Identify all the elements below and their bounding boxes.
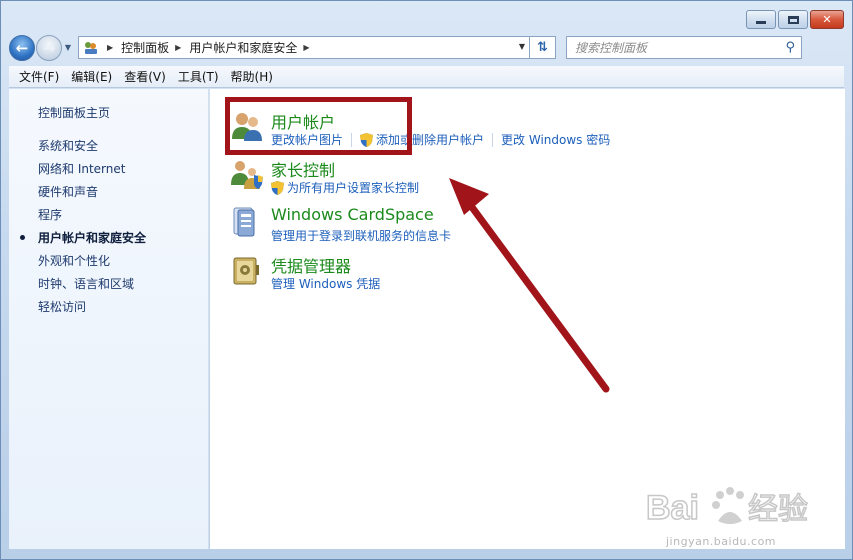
maximize-icon xyxy=(787,15,799,24)
link-divider xyxy=(492,132,494,147)
sidebar-item-ease-of-access[interactable]: 轻松访问 xyxy=(38,298,86,315)
menu-tools[interactable]: 工具(T) xyxy=(172,68,225,85)
svg-text:经验: 经验 xyxy=(748,493,808,526)
main-content: 用户帐户 更改帐户图片 添加或删除用户帐户 更改 Windows 密码 家长控制… xyxy=(210,89,845,549)
sidebar-item-home[interactable]: 控制面板主页 xyxy=(38,104,110,121)
breadcrumb-separator-icon[interactable]: ▶ xyxy=(303,43,309,52)
control-panel-window: ✕ ← → ▼ ▶ 控制面板 ▶ 用户帐户和家庭安全 ▶ ▼ ⇅ 搜索控制面板 … xyxy=(0,0,853,560)
sidebar-item-appearance[interactable]: 外观和个性化 xyxy=(38,252,110,269)
address-bar[interactable]: ▶ 控制面板 ▶ 用户帐户和家庭安全 ▶ ▼ ⇅ xyxy=(78,36,556,59)
category-links: 更改帐户图片 添加或删除用户帐户 更改 Windows 密码 xyxy=(271,131,610,148)
watermark-url: jingyan.baidu.com xyxy=(666,535,777,548)
refresh-icon: ⇅ xyxy=(537,40,548,55)
back-button[interactable]: ← xyxy=(9,34,35,61)
uac-shield-icon xyxy=(360,132,374,147)
uac-shield-icon xyxy=(271,180,284,195)
parental-control-icon xyxy=(231,161,263,189)
search-box[interactable]: ⚲ xyxy=(566,36,802,59)
active-bullet-icon xyxy=(20,235,25,240)
setup-parental-controls-link[interactable]: 为所有用户设置家长控制 xyxy=(287,179,419,196)
search-input[interactable] xyxy=(575,40,765,55)
category-title-cardspace[interactable]: Windows CardSpace xyxy=(271,205,434,224)
credential-manager-icon xyxy=(233,257,259,285)
category-title-parental-controls[interactable]: 家长控制 xyxy=(271,157,335,181)
back-arrow-icon: ← xyxy=(15,38,29,57)
svg-text:Bai: Bai xyxy=(646,489,699,527)
add-remove-accounts-link[interactable]: 添加或删除用户帐户 xyxy=(376,131,484,148)
recent-pages-dropdown[interactable]: ▼ xyxy=(62,43,74,52)
cardspace-icon xyxy=(233,207,255,237)
close-icon: ✕ xyxy=(822,13,832,26)
caption-buttons: ✕ xyxy=(746,10,844,29)
menu-view[interactable]: 查看(V) xyxy=(118,68,172,85)
forward-arrow-icon: → xyxy=(42,38,56,57)
category-title-credential-manager[interactable]: 凭据管理器 xyxy=(271,253,351,277)
search-icon[interactable]: ⚲ xyxy=(785,40,795,55)
category-links: 管理用于登录到联机服务的信息卡 xyxy=(271,227,451,244)
refresh-button[interactable]: ⇅ xyxy=(529,36,555,59)
sidebar-item-network[interactable]: 网络和 Internet xyxy=(38,160,125,177)
breadcrumb-user-accounts[interactable]: 用户帐户和家庭安全 xyxy=(189,39,297,56)
menu-help[interactable]: 帮助(H) xyxy=(225,68,279,85)
change-picture-link[interactable]: 更改帐户图片 xyxy=(271,131,343,148)
manage-info-cards-link[interactable]: 管理用于登录到联机服务的信息卡 xyxy=(271,227,451,244)
breadcrumb-separator-icon: ▶ xyxy=(107,43,114,52)
maximize-button[interactable] xyxy=(778,10,808,29)
sidebar-item-system-security[interactable]: 系统和安全 xyxy=(38,137,98,154)
link-divider xyxy=(351,132,353,147)
sidebar-item-programs[interactable]: 程序 xyxy=(38,206,62,223)
category-links: 为所有用户设置家长控制 xyxy=(271,179,419,196)
manage-windows-credentials-link[interactable]: 管理 Windows 凭据 xyxy=(271,275,380,292)
breadcrumb-control-panel[interactable]: 控制面板 xyxy=(121,39,169,56)
address-row: ← → ▼ ▶ 控制面板 ▶ 用户帐户和家庭安全 ▶ ▼ ⇅ ⚲ xyxy=(9,34,844,61)
sidebar-item-user-accounts[interactable]: 用户帐户和家庭安全 xyxy=(38,229,146,246)
category-links: 管理 Windows 凭据 xyxy=(271,275,380,292)
sidebar-item-hardware-sound[interactable]: 硬件和声音 xyxy=(38,183,98,200)
sidebar-item-clock-language[interactable]: 时钟、语言和区域 xyxy=(38,275,134,292)
baidu-watermark: Bai 经验 jingyan.baidu.com xyxy=(646,481,826,548)
sidebar: 控制面板主页 系统和安全 网络和 Internet 硬件和声音 程序 用户帐户和… xyxy=(9,89,209,549)
close-button[interactable]: ✕ xyxy=(810,10,844,29)
category-title-user-accounts[interactable]: 用户帐户 xyxy=(271,109,335,133)
menu-file[interactable]: 文件(F) xyxy=(13,68,65,85)
minimize-button[interactable] xyxy=(746,10,776,29)
menu-bar: 文件(F) 编辑(E) 查看(V) 工具(T) 帮助(H) xyxy=(9,66,844,88)
forward-button[interactable]: → xyxy=(36,34,62,61)
users-icon xyxy=(232,113,262,141)
baidu-logo-icon: Bai 经验 xyxy=(646,487,809,528)
breadcrumb-separator-icon[interactable]: ▶ xyxy=(175,43,181,52)
menu-edit[interactable]: 编辑(E) xyxy=(65,68,118,85)
control-panel-icon xyxy=(85,41,97,54)
address-dropdown-icon[interactable]: ▼ xyxy=(519,42,525,51)
change-password-link[interactable]: 更改 Windows 密码 xyxy=(501,131,610,148)
minimize-icon xyxy=(756,21,766,24)
